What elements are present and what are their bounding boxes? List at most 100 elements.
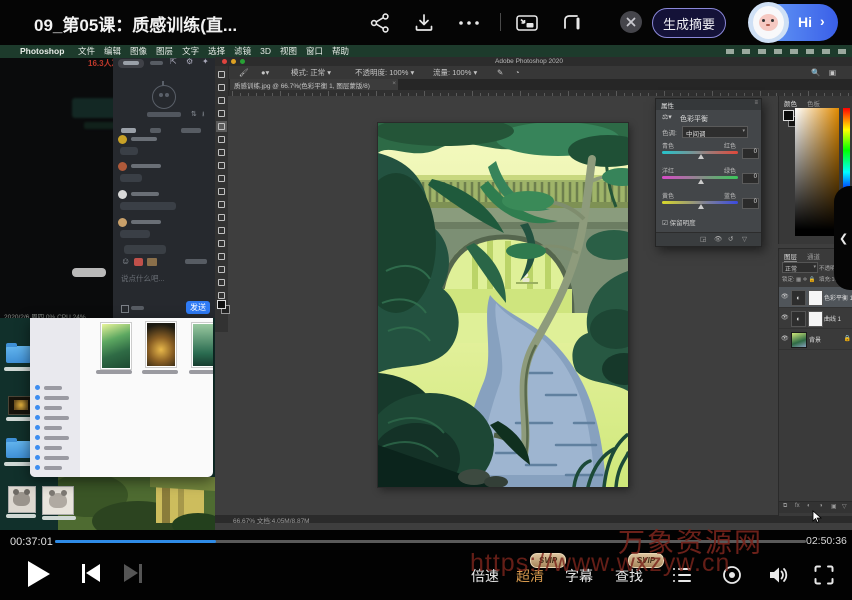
ps-tool-button[interactable] xyxy=(216,160,227,171)
gear-icon[interactable]: ⚙ xyxy=(186,57,193,66)
new-layer-icon[interactable]: ▣ xyxy=(831,503,837,510)
finder-sidebar-item[interactable] xyxy=(35,424,77,431)
finder-sidebar-item[interactable] xyxy=(35,454,77,461)
ps-tool-button[interactable] xyxy=(216,212,227,223)
ps-tool-button[interactable] xyxy=(216,186,227,197)
menubar-menu-item[interactable]: 图层 xyxy=(156,46,173,56)
blend-mode-select[interactable]: 正常 ▾ xyxy=(782,262,818,273)
account-pill[interactable]: Hi › xyxy=(750,4,838,41)
ps-tool-button[interactable] xyxy=(216,173,227,184)
slider-value[interactable]: 0 xyxy=(742,148,759,159)
chat-tab-2[interactable] xyxy=(150,128,161,133)
menubar-menu-item[interactable]: 视图 xyxy=(280,46,297,56)
slider-value[interactable]: 0 xyxy=(742,198,759,209)
adjustment-layer-icon[interactable]: ◑ xyxy=(819,503,823,509)
finder-sidebar-item[interactable] xyxy=(35,464,77,471)
ps-tool-button[interactable] xyxy=(216,82,227,93)
menubar-menu-item[interactable]: 滤镜 xyxy=(234,46,251,56)
menubar-menu-item[interactable]: 编辑 xyxy=(104,46,121,56)
volume-icon[interactable] xyxy=(766,563,790,587)
ps-tool-button[interactable] xyxy=(216,238,227,249)
brush-preview[interactable]: ●▾ xyxy=(261,66,269,79)
play-button[interactable] xyxy=(28,561,50,587)
canvas-artwork[interactable] xyxy=(378,123,628,487)
cast-icon[interactable] xyxy=(560,11,586,35)
menubar-menu-item[interactable]: 窗口 xyxy=(306,46,323,56)
file-thumbnail[interactable] xyxy=(191,322,213,368)
tab-close-icon[interactable]: × xyxy=(392,80,396,87)
color-balance-slider[interactable]: 洋红绿色0 xyxy=(656,166,761,190)
menubar-menu-item[interactable]: 帮助 xyxy=(332,46,349,56)
pip-icon[interactable] xyxy=(514,11,540,35)
eye-icon[interactable]: 👁 xyxy=(714,235,722,243)
file-thumbnail[interactable] xyxy=(145,321,177,368)
foreground-swatch[interactable] xyxy=(783,110,794,121)
minimize-traffic-light[interactable] xyxy=(231,59,236,64)
finder-sidebar-item[interactable] xyxy=(35,414,77,421)
brush-tool-icon[interactable]: 🖌 xyxy=(239,66,249,79)
color-field[interactable] xyxy=(795,108,839,236)
folder-icon[interactable] xyxy=(6,346,31,363)
finder-sidebar-item[interactable] xyxy=(35,434,77,441)
ps-tool-button[interactable] xyxy=(216,251,227,262)
layer-visibility-icon[interactable]: 👁 xyxy=(781,335,789,342)
close-traffic-light[interactable] xyxy=(222,59,227,64)
ps-tool-button[interactable] xyxy=(216,95,227,106)
emoji-icon[interactable]: ☺ xyxy=(121,256,130,266)
search-icon[interactable]: 🔍 xyxy=(811,66,820,79)
zoom-traffic-light[interactable] xyxy=(240,59,245,64)
barrage-checkbox[interactable] xyxy=(121,305,129,313)
clip-icon[interactable]: ◲ xyxy=(700,235,706,243)
ps-tool-button[interactable] xyxy=(216,134,227,145)
file-thumbnail[interactable] xyxy=(100,322,132,370)
layer-effects-icon[interactable]: fx xyxy=(795,503,800,509)
preserve-luminosity-checkbox[interactable]: ☑ 保留明度 xyxy=(662,217,696,227)
slider-handle[interactable] xyxy=(698,179,704,184)
menubar-menu-item[interactable]: 3D xyxy=(260,46,271,56)
menubar-menu-item[interactable]: 文字 xyxy=(182,46,199,56)
finder-sidebar-item[interactable] xyxy=(35,384,77,391)
menubar-menu-item[interactable]: 文件 xyxy=(78,46,95,56)
link-layers-icon[interactable]: ⧉ xyxy=(783,503,787,510)
ps-tool-button[interactable] xyxy=(216,277,227,288)
export-icon[interactable]: ⇱ xyxy=(170,57,177,66)
reset-icon[interactable]: ↺ xyxy=(728,235,733,243)
trash-icon[interactable]: ▽ xyxy=(742,235,747,243)
download-icon[interactable] xyxy=(412,11,436,35)
menubar-menu-item[interactable]: 图像 xyxy=(130,46,147,56)
slider-handle[interactable] xyxy=(698,204,704,209)
workspace-icon[interactable]: ▣ xyxy=(829,66,836,79)
share-icon[interactable] xyxy=(368,11,392,35)
ps-tool-button[interactable] xyxy=(216,108,227,119)
image-icon[interactable] xyxy=(134,258,143,266)
slider-value[interactable]: 0 xyxy=(742,173,759,184)
photo-file-icon[interactable] xyxy=(8,486,36,513)
close-icon[interactable] xyxy=(620,11,642,33)
ps-tool-button[interactable] xyxy=(216,225,227,236)
slider-handle[interactable] xyxy=(698,154,704,159)
smoothing-icon[interactable]: ◔ xyxy=(515,66,520,79)
folder-icon[interactable] xyxy=(6,441,31,458)
channels-tab[interactable]: 通道 xyxy=(807,251,820,261)
more-icon[interactable] xyxy=(456,11,482,35)
photo-file-icon[interactable] xyxy=(42,486,74,515)
color-balance-slider[interactable]: 青色红色0 xyxy=(656,141,761,165)
layers-tab[interactable]: 图层 xyxy=(784,251,797,262)
ps-tool-button[interactable] xyxy=(216,121,227,132)
download-small-icon[interactable]: ⭳ xyxy=(202,110,204,121)
layer-visibility-icon[interactable]: 👁 xyxy=(781,293,789,300)
folder-icon[interactable] xyxy=(147,258,157,266)
pin-icon[interactable]: ✦ xyxy=(202,57,209,66)
foreground-color-swatch[interactable] xyxy=(217,300,226,309)
panel-menu-icon[interactable]: ≡ xyxy=(754,100,758,106)
chat-tab-pill[interactable] xyxy=(118,59,144,68)
live-quick-pill[interactable] xyxy=(72,268,106,277)
ps-tool-button[interactable] xyxy=(216,69,227,80)
ps-tool-button[interactable] xyxy=(216,147,227,158)
finder-sidebar-item[interactable] xyxy=(35,394,77,401)
swatches-tab[interactable]: 色板 xyxy=(807,98,820,108)
color-balance-slider[interactable]: 黄色蓝色0 xyxy=(656,191,761,215)
layer-row[interactable]: 👁◐色彩平衡 1 xyxy=(779,287,852,308)
finder-sidebar-item[interactable] xyxy=(35,444,77,451)
summary-button[interactable]: 生成摘要 xyxy=(652,8,726,38)
